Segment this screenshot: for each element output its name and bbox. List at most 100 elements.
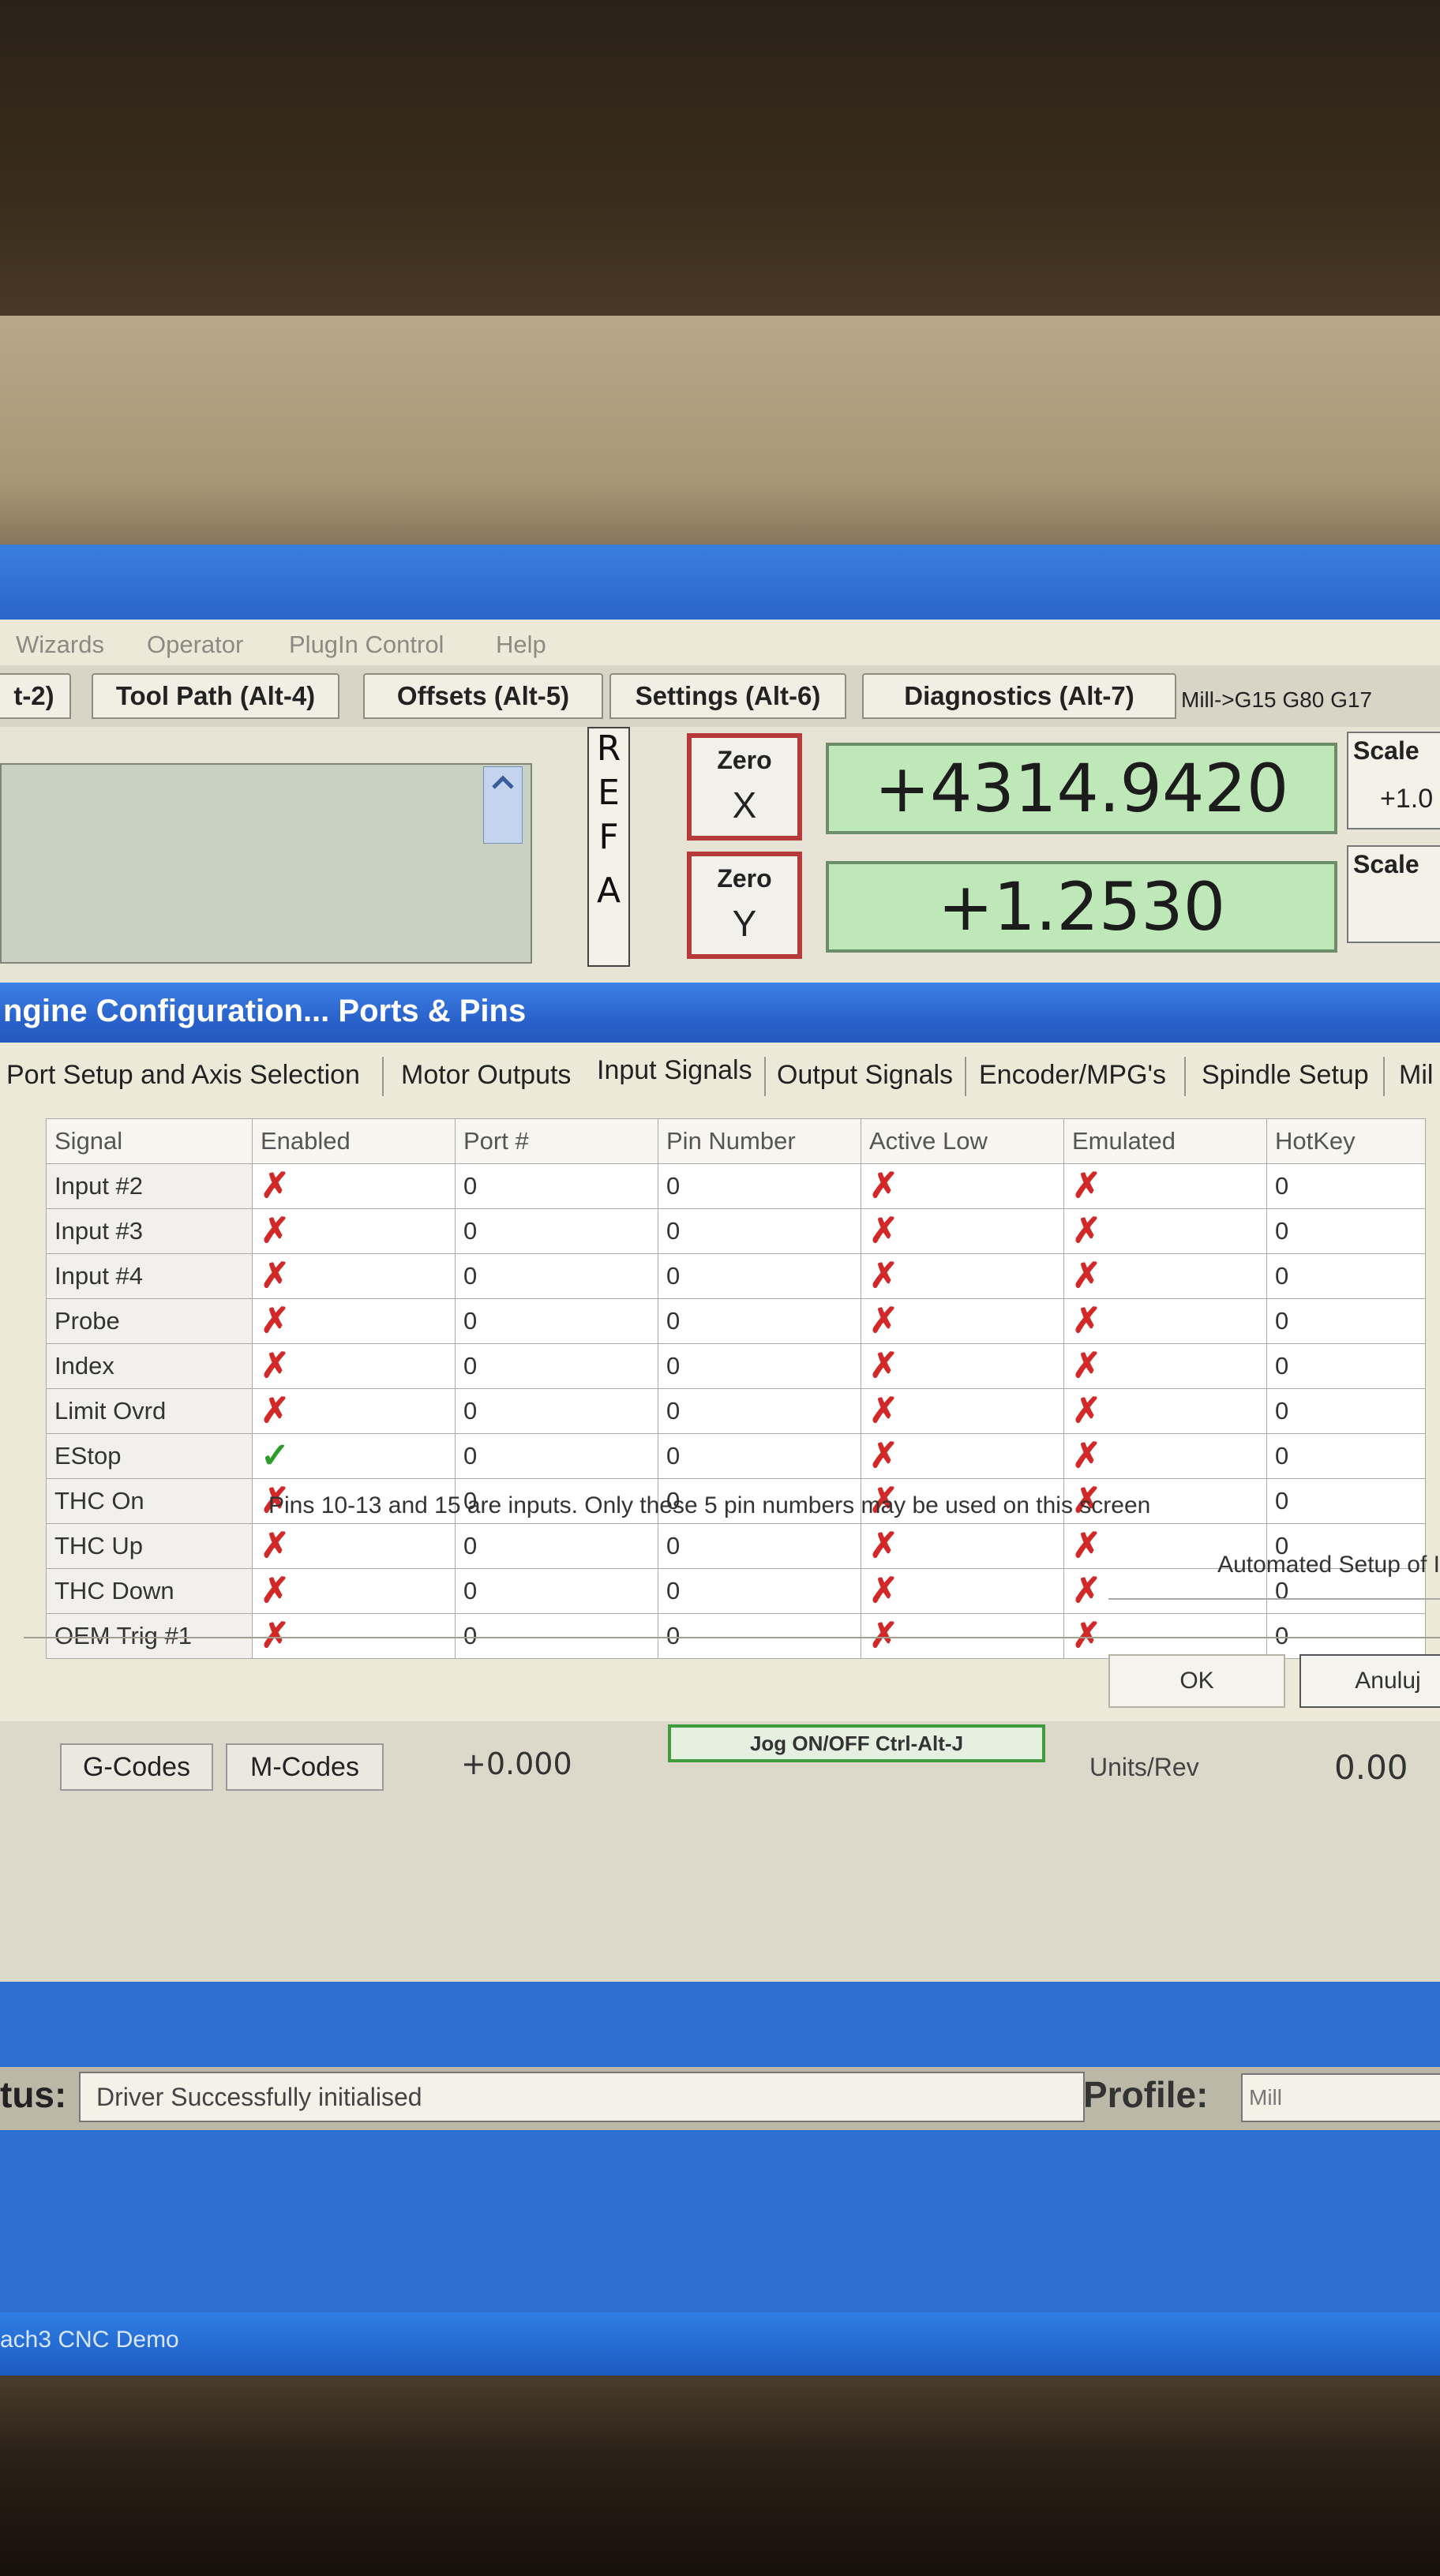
hotkey-cell[interactable]: 0 [1266,1163,1426,1209]
port-cell[interactable]: 0 [455,1208,658,1254]
mcodes-button[interactable]: M-Codes [226,1743,384,1791]
cross-icon[interactable]: ✗ [869,1166,898,1205]
taskbar-item-mach3[interactable]: ach3 CNC Demo [0,2327,179,2353]
cross-icon[interactable]: ✗ [869,1211,898,1250]
pin-cell[interactable]: 0 [658,1433,861,1479]
emulated-cell[interactable]: ✗ [1063,1613,1267,1659]
signal-cell[interactable]: EStop [46,1433,253,1479]
pin-cell[interactable]: 0 [658,1208,861,1254]
hotkey-cell[interactable]: 0 [1266,1208,1426,1254]
port-cell[interactable]: 0 [455,1298,658,1344]
tab-settings[interactable]: Settings (Alt-6) [609,673,846,719]
jog-toggle-button[interactable]: Jog ON/OFF Ctrl-Alt-J [668,1724,1045,1762]
signal-cell[interactable]: THC Up [46,1523,253,1569]
cross-icon[interactable]: ✗ [261,1166,290,1205]
tab-motor-outputs[interactable]: Motor Outputs [401,1060,571,1091]
cross-icon[interactable]: ✗ [1072,1166,1101,1205]
enabled-cell[interactable]: ✗ [252,1163,456,1209]
emulated-cell[interactable]: ✗ [1063,1388,1267,1434]
port-cell[interactable]: 0 [455,1613,658,1659]
enabled-cell[interactable]: ✓ [252,1433,456,1479]
cross-icon[interactable]: ✗ [1072,1436,1101,1475]
pin-cell[interactable]: 0 [658,1253,861,1299]
emulated-cell[interactable]: ✗ [1063,1298,1267,1344]
signal-cell[interactable]: Probe [46,1298,253,1344]
cross-icon[interactable]: ✗ [261,1616,290,1655]
emulated-cell[interactable]: ✗ [1063,1343,1267,1389]
active-low-cell[interactable]: ✗ [861,1298,1064,1344]
enabled-cell[interactable]: ✗ [252,1388,456,1434]
cross-icon[interactable]: ✗ [869,1256,898,1295]
emulated-cell[interactable]: ✗ [1063,1253,1267,1299]
port-cell[interactable]: 0 [455,1343,658,1389]
cross-icon[interactable]: ✗ [261,1211,290,1250]
ref-all-button[interactable]: R E F A [587,727,630,967]
cross-icon[interactable]: ✗ [1072,1616,1101,1655]
menu-plugin-control[interactable]: PlugIn Control [289,631,444,659]
cross-icon[interactable]: ✗ [1072,1571,1101,1610]
ok-button[interactable]: OK [1108,1654,1285,1708]
signal-cell[interactable]: Input #3 [46,1208,253,1254]
port-cell[interactable]: 0 [455,1253,658,1299]
signal-cell[interactable]: THC On [46,1478,253,1524]
hotkey-cell[interactable]: 0 [1266,1433,1426,1479]
cross-icon[interactable]: ✗ [261,1571,290,1610]
port-cell[interactable]: 0 [455,1388,658,1434]
cancel-button[interactable]: Anuluj [1299,1654,1440,1708]
port-cell[interactable]: 0 [455,1163,658,1209]
active-low-cell[interactable]: ✗ [861,1208,1064,1254]
enabled-cell[interactable]: ✗ [252,1208,456,1254]
tab-partial[interactable]: t-2) [0,673,71,719]
enabled-cell[interactable]: ✗ [252,1253,456,1299]
tab-offsets[interactable]: Offsets (Alt-5) [363,673,603,719]
active-low-cell[interactable]: ✗ [861,1568,1064,1614]
tab-tool-path[interactable]: Tool Path (Alt-4) [92,673,339,719]
tab-output-signals[interactable]: Output Signals [777,1060,953,1091]
enabled-cell[interactable]: ✗ [252,1523,456,1569]
hotkey-cell[interactable]: 0 [1266,1253,1426,1299]
pin-cell[interactable]: 0 [658,1298,861,1344]
cross-icon[interactable]: ✗ [869,1301,898,1340]
signal-cell[interactable]: Index [46,1343,253,1389]
enabled-cell[interactable]: ✗ [252,1298,456,1344]
pin-cell[interactable]: 0 [658,1163,861,1209]
cross-icon[interactable]: ✗ [869,1436,898,1475]
enabled-cell[interactable]: ✗ [252,1613,456,1659]
pin-cell[interactable]: 0 [658,1568,861,1614]
dro-x[interactable]: +4314.9420 [826,743,1337,834]
scale-x-box[interactable]: Scale +1.0 [1347,732,1440,829]
emulated-cell[interactable]: ✗ [1063,1163,1267,1209]
cross-icon[interactable]: ✗ [869,1571,898,1610]
pin-cell[interactable]: 0 [658,1613,861,1659]
cross-icon[interactable]: ✗ [1072,1211,1101,1250]
menu-help[interactable]: Help [496,631,546,659]
tab-port-setup[interactable]: Port Setup and Axis Selection [6,1060,360,1091]
pin-cell[interactable]: 0 [658,1343,861,1389]
pin-cell[interactable]: 0 [658,1523,861,1569]
enabled-cell[interactable]: ✗ [252,1343,456,1389]
check-icon[interactable]: ✓ [261,1436,290,1475]
automated-setup-button[interactable]: Automated Setup of Inpu [1108,1532,1440,1600]
cross-icon[interactable]: ✗ [869,1391,898,1430]
emulated-cell[interactable]: ✗ [1063,1208,1267,1254]
scroll-up-icon[interactable] [483,766,523,844]
gcodes-button[interactable]: G-Codes [60,1743,213,1791]
cross-icon[interactable]: ✗ [261,1346,290,1385]
signal-cell[interactable]: THC Down [46,1568,253,1614]
active-low-cell[interactable]: ✗ [861,1343,1064,1389]
tab-diagnostics[interactable]: Diagnostics (Alt-7) [862,673,1176,719]
hotkey-cell[interactable]: 0 [1266,1343,1426,1389]
signal-cell[interactable]: Input #4 [46,1253,253,1299]
cross-icon[interactable]: ✗ [869,1526,898,1565]
menu-wizards[interactable]: Wizards [16,631,104,659]
hotkey-cell[interactable]: 0 [1266,1298,1426,1344]
cross-icon[interactable]: ✗ [261,1526,290,1565]
tab-input-signals[interactable]: Input Signals [597,1055,752,1086]
dro-y[interactable]: +1.2530 [826,861,1337,953]
cross-icon[interactable]: ✗ [1072,1256,1101,1295]
active-low-cell[interactable]: ✗ [861,1163,1064,1209]
hotkey-cell[interactable]: 0 [1266,1478,1426,1524]
signal-cell[interactable]: Input #2 [46,1163,253,1209]
active-low-cell[interactable]: ✗ [861,1433,1064,1479]
hotkey-cell[interactable]: 0 [1266,1613,1426,1659]
